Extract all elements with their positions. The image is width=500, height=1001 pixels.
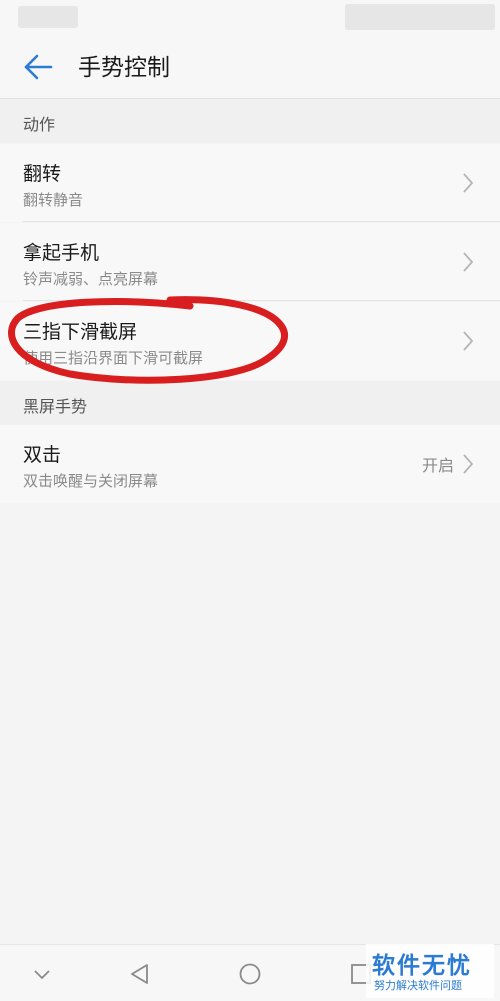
watermark-main-text: 软件无忧 xyxy=(372,953,472,979)
back-triangle-icon[interactable] xyxy=(127,961,153,987)
page-title: 手势控制 xyxy=(78,55,170,81)
section-header-actions: 动作 xyxy=(0,99,500,143)
item-value: 开启 xyxy=(421,456,454,475)
watermark-logo: 软件无忧 努力解决软件问题 xyxy=(366,944,494,998)
status-bar xyxy=(0,0,500,36)
item-subtitle: 双击唤醒与关闭屏幕 xyxy=(23,472,159,490)
chevron-right-icon xyxy=(463,252,474,272)
app-header: 手势控制 xyxy=(0,36,500,99)
chevron-right-icon xyxy=(463,331,474,351)
item-title: 三指下滑截屏 xyxy=(23,321,138,343)
chevron-right-icon xyxy=(463,173,474,193)
divider xyxy=(23,221,500,222)
home-circle-icon[interactable] xyxy=(237,961,263,987)
status-blur-left xyxy=(18,6,78,28)
item-subtitle: 使用三指沿界面下滑可截屏 xyxy=(23,349,204,367)
chevron-right-icon xyxy=(463,454,474,474)
status-blur-right xyxy=(345,4,495,30)
divider xyxy=(23,300,500,301)
arrow-left-icon[interactable] xyxy=(22,52,54,82)
section-label: 黑屏手势 xyxy=(23,397,88,416)
section-label: 动作 xyxy=(23,115,56,134)
watermark-sub-text: 努力解决软件问题 xyxy=(374,979,462,992)
item-title: 拿起手机 xyxy=(23,242,100,264)
chevron-down-icon[interactable] xyxy=(29,961,55,987)
item-title: 双击 xyxy=(23,444,62,466)
item-subtitle: 翻转静音 xyxy=(23,191,84,209)
list-item-flip[interactable]: 翻转 翻转静音 xyxy=(0,144,500,222)
list-item-double-tap[interactable]: 双击 双击唤醒与关闭屏幕 开启 xyxy=(0,425,500,503)
item-title: 翻转 xyxy=(23,163,62,185)
list-item-pickup-phone[interactable]: 拿起手机 铃声减弱、点亮屏幕 xyxy=(0,223,500,301)
item-subtitle: 铃声减弱、点亮屏幕 xyxy=(23,270,159,288)
list-item-three-finger-screenshot[interactable]: 三指下滑截屏 使用三指沿界面下滑可截屏 xyxy=(0,302,500,380)
section-header-screen-off-gestures: 黑屏手势 xyxy=(0,381,500,425)
